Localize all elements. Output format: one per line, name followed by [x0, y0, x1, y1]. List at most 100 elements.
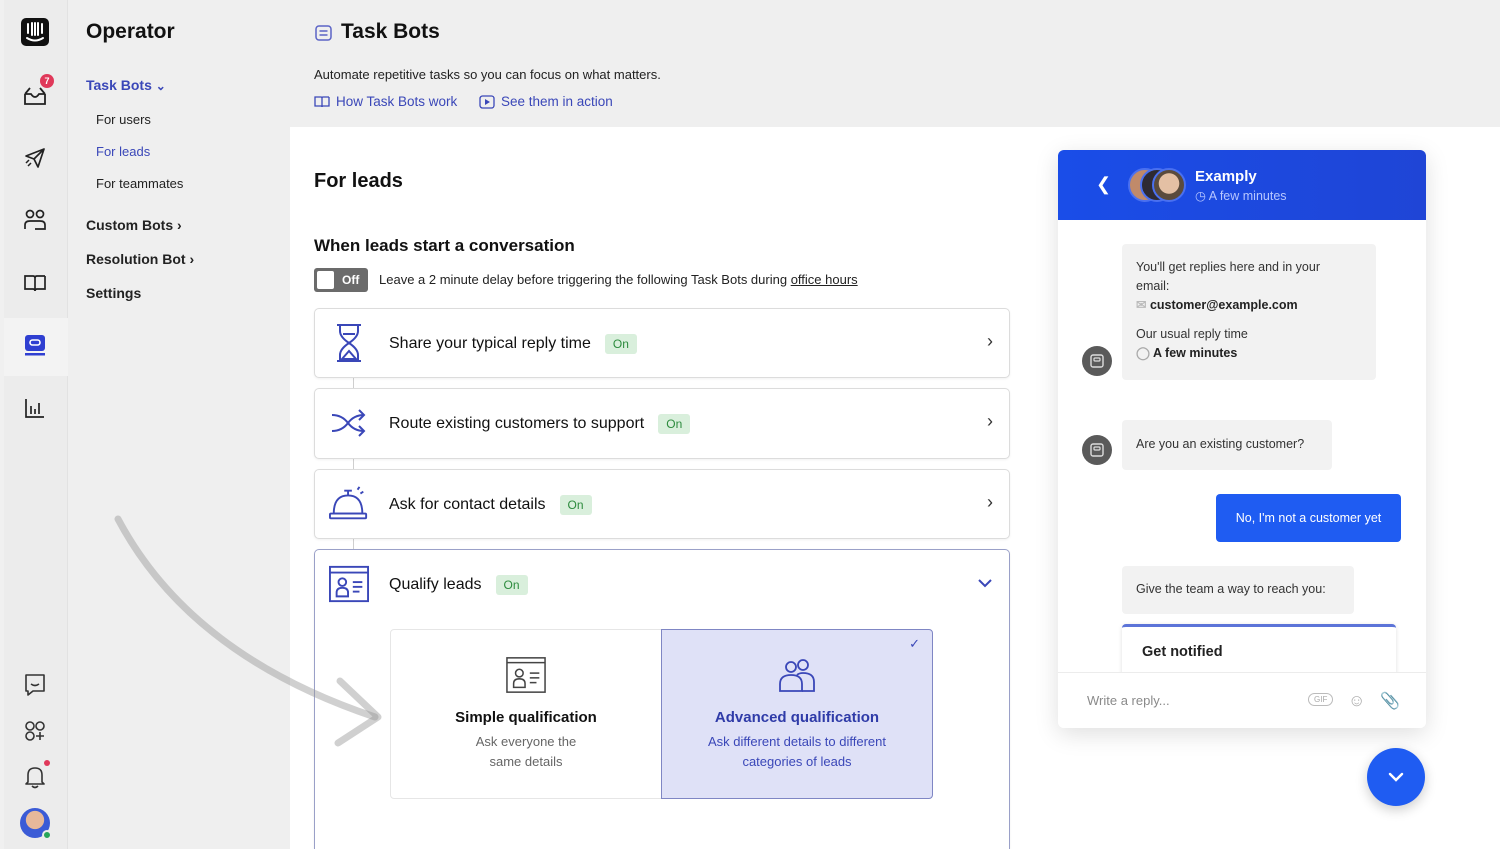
bot-message: Give the team a way to reach you:: [1122, 566, 1354, 614]
reply-time-text: A few minutes: [1208, 189, 1287, 203]
bot-message: You'll get replies here and in your emai…: [1122, 244, 1376, 380]
book-icon: [314, 95, 330, 107]
task-card-label: Route existing customers to support: [389, 415, 645, 432]
nav-for-leads[interactable]: For leads: [96, 144, 150, 159]
gif-icon[interactable]: GIF: [1308, 693, 1334, 706]
team-avatars: [1128, 168, 1188, 202]
see-them-in-action-label: See them in action: [501, 94, 613, 109]
reply-input[interactable]: Write a reply...: [1087, 693, 1170, 708]
reply-time: ◷ A few minutes: [1195, 188, 1287, 203]
email-value: customer@example.com: [1149, 298, 1298, 312]
app-window: 7 Operator Task Bots ⌄ For users For lea…: [0, 0, 1500, 849]
bot-avatar: [1082, 435, 1112, 465]
nav-title: Operator: [86, 20, 175, 43]
operator-icon[interactable]: [20, 330, 50, 360]
nav-settings[interactable]: Settings: [86, 285, 141, 301]
apps-icon[interactable]: [20, 716, 50, 746]
option-desc-line: Ask everyone the: [475, 734, 577, 749]
nav-custom-bots[interactable]: Custom Bots ›: [86, 217, 182, 233]
intercom-logo-icon[interactable]: [20, 17, 50, 47]
delay-toggle[interactable]: Off: [314, 268, 368, 292]
option-desc-line: same details: [489, 754, 563, 769]
toggle-knob: [317, 271, 334, 289]
messenger-launcher-button[interactable]: [1367, 748, 1425, 806]
page-title: Task Bots: [341, 20, 440, 43]
page-description: Automate repetitive tasks so you can foc…: [314, 67, 661, 82]
reply-time-line: ◯ A few minutes: [1136, 344, 1362, 363]
nav-task-bots[interactable]: Task Bots ⌄: [86, 77, 166, 93]
section-title: For leads: [314, 170, 403, 192]
see-them-in-action-link[interactable]: See them in action: [479, 94, 613, 109]
connector-line: [353, 458, 354, 469]
bot-avatar: [1082, 346, 1112, 376]
operator-nav: Operator Task Bots ⌄ For users For leads…: [68, 0, 290, 849]
articles-icon[interactable]: [20, 268, 50, 298]
office-hours-link[interactable]: office hours: [791, 272, 858, 287]
how-task-bots-work-label: How Task Bots work: [336, 94, 458, 109]
chevron-down-icon: ⌄: [155, 79, 166, 93]
task-card-route-customers[interactable]: Route existing customers to support On ›: [314, 388, 1010, 459]
checkmark-icon: ✓: [909, 636, 920, 651]
delay-text: Leave a 2 minute delay before triggering…: [379, 272, 791, 287]
advanced-qualification-option[interactable]: ✓ Advanced qualification Ask different d…: [661, 629, 933, 799]
notifications-icon[interactable]: [20, 760, 50, 792]
chevron-right-icon: ›: [987, 331, 993, 351]
subsection-title: When leads start a conversation: [314, 236, 575, 255]
inbox-badge: 7: [40, 74, 54, 88]
msg-text: Our usual reply time: [1136, 327, 1248, 341]
hourglass-icon: [329, 321, 369, 365]
user-reply[interactable]: No, I'm not a customer yet: [1216, 494, 1401, 542]
simple-qualification-option[interactable]: Simple qualification Ask everyone the sam…: [390, 629, 662, 799]
group-icon: [662, 656, 932, 699]
outbound-icon[interactable]: [20, 143, 50, 173]
back-chevron-icon[interactable]: ❮: [1096, 174, 1111, 195]
task-card-label: Qualify leads: [389, 576, 482, 593]
connector-line: [353, 377, 354, 388]
nav-for-teammates[interactable]: For teammates: [96, 176, 183, 191]
reports-icon[interactable]: [20, 393, 50, 423]
nav-resolution-bot[interactable]: Resolution Bot ›: [86, 251, 194, 267]
option-description: Ask everyone the same details: [391, 732, 661, 772]
team-name: Examply: [1195, 168, 1257, 185]
nav-resolution-bot-label: Resolution Bot: [86, 251, 186, 267]
page-header: Task Bots Automate repetitive tasks so y…: [290, 0, 1500, 127]
notification-dot: [44, 760, 50, 766]
reply-time-value: A few minutes: [1153, 346, 1238, 360]
user-avatar[interactable]: [20, 808, 52, 840]
status-badge: On: [559, 495, 592, 515]
lead-card-icon: [391, 656, 661, 699]
option-desc-line: categories of leads: [742, 754, 852, 769]
reply-composer[interactable]: Write a reply... GIF ☺ 📎: [1058, 672, 1426, 728]
option-title: Simple qualification: [455, 709, 597, 726]
play-icon: [479, 94, 495, 109]
option-description: Ask different details to different catego…: [662, 732, 932, 772]
service-bell-icon: [329, 482, 369, 526]
task-card-label: Ask for contact details: [389, 496, 546, 513]
icon-rail: 7: [4, 0, 68, 849]
nav-for-users[interactable]: For users: [96, 112, 151, 127]
how-task-bots-work-link[interactable]: How Task Bots work: [314, 94, 457, 109]
nav-custom-bots-label: Custom Bots: [86, 217, 174, 233]
task-bots-icon: [315, 25, 332, 46]
contacts-icon[interactable]: [20, 205, 50, 235]
messenger-preview: ❮ Examply ◷ A few minutes You'll get rep…: [1058, 150, 1426, 728]
chevron-right-icon: ›: [189, 251, 195, 267]
emoji-icon[interactable]: ☺: [1348, 691, 1365, 711]
shuffle-icon: [329, 401, 369, 445]
chevron-down-icon: [1388, 772, 1404, 782]
chevron-down-icon[interactable]: [977, 572, 993, 593]
nav-task-bots-label: Task Bots: [86, 77, 152, 93]
messenger-icon[interactable]: [20, 670, 50, 700]
task-card-label: Share your typical reply time: [389, 335, 591, 352]
team-avatar: [1152, 168, 1186, 202]
attachment-icon[interactable]: 📎: [1380, 691, 1400, 711]
task-card-reply-time[interactable]: Share your typical reply time On ›: [314, 308, 1010, 378]
task-card-contact-details[interactable]: Ask for contact details On ›: [314, 469, 1010, 539]
inbox-icon[interactable]: 7: [20, 74, 54, 110]
msg-text: You'll get replies here and in your: [1136, 260, 1320, 274]
clock-icon: ◷: [1195, 189, 1206, 203]
delay-description: Leave a 2 minute delay before triggering…: [379, 272, 858, 287]
chevron-right-icon: ›: [177, 217, 182, 233]
status-badge: On: [658, 414, 691, 434]
option-desc-line: Ask different details to different: [707, 734, 886, 749]
